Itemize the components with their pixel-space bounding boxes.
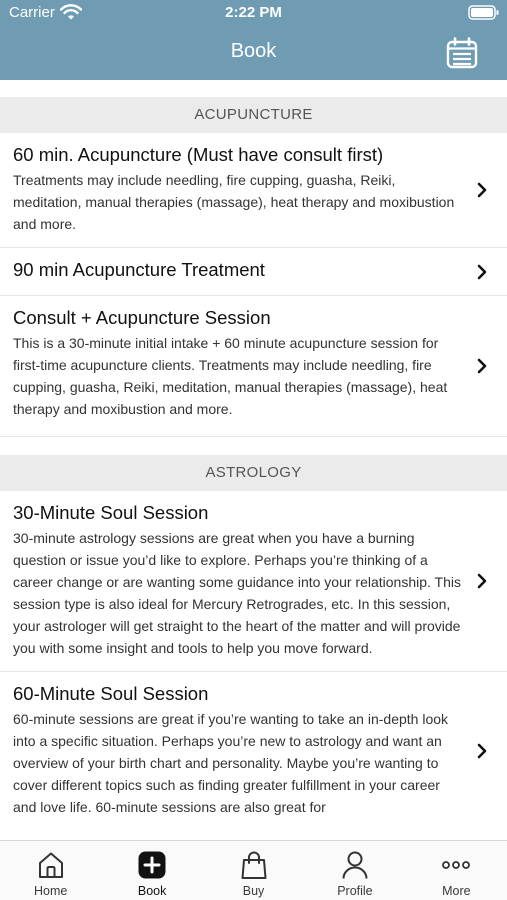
item-title: 60 min. Acupuncture (Must have consult f… [13,144,384,165]
section-header-acupuncture: ACUPUNCTURE [0,97,507,133]
chevron-right-icon [477,743,487,759]
item-title: 30-Minute Soul Session [13,502,209,523]
chevron-right-icon [477,264,487,279]
plus-square-icon [138,851,166,879]
tab-label: More [442,884,471,898]
item-description: 60-minute sessions are great if you’re w… [13,711,449,815]
list-item[interactable]: Consult + Acupuncture Session This is a … [0,296,507,437]
list-item[interactable]: 90 min Acupuncture Treatment [0,248,507,296]
chevron-right-icon [477,573,487,589]
item-description: Treatments may include needling, fire cu… [13,172,455,232]
more-dots-icon [442,861,471,869]
service-list[interactable]: ACUPUNCTURE 60 min. Acupuncture (Must ha… [0,80,507,840]
section-header-astrology: ASTROLOGY [0,455,507,491]
person-icon [342,851,368,879]
list-item[interactable]: 30-Minute Soul Session 30-minute astrolo… [0,491,507,672]
tab-profile[interactable]: Profile [304,841,405,900]
item-title: 60-Minute Soul Session [13,683,209,704]
shopping-bag-icon [241,851,267,879]
tab-buy[interactable]: Buy [203,841,304,900]
page-title: Book [230,40,277,62]
chevron-right-icon [477,358,487,374]
chevron-right-icon [477,182,487,198]
status-time: 2:22 PM [225,4,282,21]
tab-bar: Home Book Buy Profile More [0,840,507,900]
status-bar: Carrier 2:22 PM [0,0,507,26]
tab-label: Buy [242,884,265,898]
tab-label: Profile [337,884,373,898]
item-title: Consult + Acupuncture Session [13,307,271,328]
item-description: This is a 30-minute initial intake + 60 … [13,335,448,417]
home-icon [38,852,63,878]
nav-header: Carrier 2:22 PM Book [0,0,507,80]
tab-label: Home [34,884,68,898]
calendar-icon[interactable] [446,37,478,69]
item-title: 90 min Acupuncture Treatment [13,259,265,280]
list-item[interactable]: 60-Minute Soul Session 60-minute session… [0,672,507,830]
tab-label: Book [137,884,167,898]
tab-home[interactable]: Home [0,841,101,900]
battery-icon [468,5,499,20]
list-item[interactable]: 60 min. Acupuncture (Must have consult f… [0,133,507,248]
tab-book[interactable]: Book [101,841,202,900]
tab-more[interactable]: More [406,841,507,900]
item-description: 30-minute astrology sessions are great w… [13,530,461,656]
